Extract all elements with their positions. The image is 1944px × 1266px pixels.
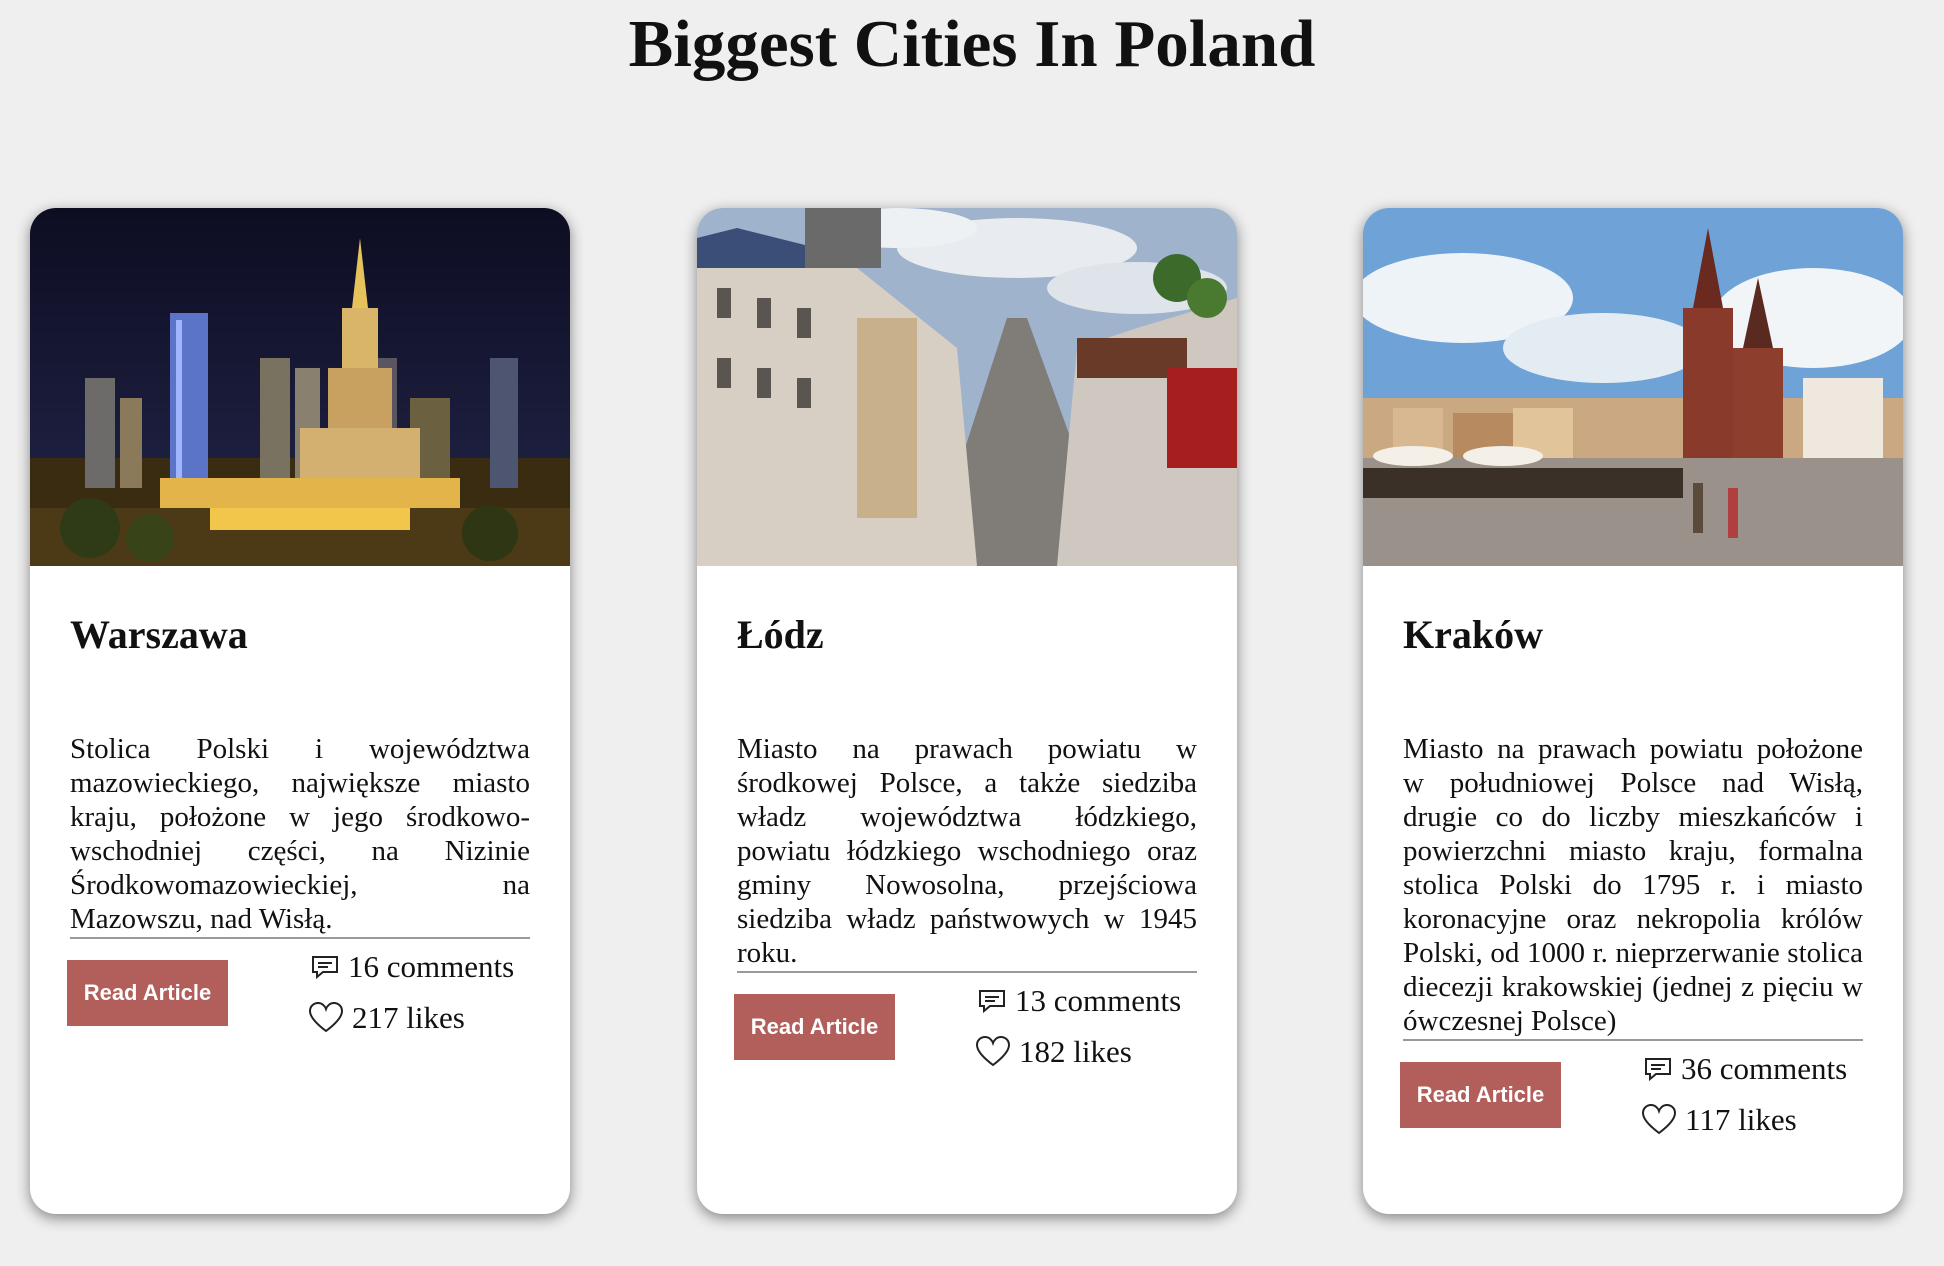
card-footer: Read Article 13 comments 182 likes bbox=[734, 971, 1197, 1113]
card-description: Miasto na prawach powiatu w środkowej Po… bbox=[737, 733, 1197, 969]
krakow-image bbox=[1363, 208, 1903, 566]
city-card-lodz: Łódz Miasto na prawach powiatu w środkow… bbox=[697, 208, 1237, 1214]
city-card-krakow: Kraków Miasto na prawach powiatu położon… bbox=[1363, 208, 1903, 1214]
comments-count[interactable]: 16 comments bbox=[310, 949, 514, 985]
card-title: Łódz bbox=[737, 612, 824, 657]
likes-label: 117 likes bbox=[1685, 1102, 1797, 1137]
comments-label: 36 comments bbox=[1681, 1051, 1848, 1086]
card-footer: Read Article 16 comments 217 likes bbox=[67, 937, 530, 1079]
likes-label: 217 likes bbox=[352, 1000, 465, 1035]
card-description: Miasto na prawach powiatu położone w poł… bbox=[1403, 733, 1863, 1037]
comments-label: 13 comments bbox=[1015, 983, 1182, 1018]
heart-icon bbox=[975, 1036, 1011, 1067]
likes-count[interactable]: 117 likes bbox=[1641, 1102, 1797, 1138]
comment-icon bbox=[312, 956, 338, 980]
likes-count[interactable]: 217 likes bbox=[308, 1000, 465, 1036]
comments-label: 16 comments bbox=[348, 949, 515, 984]
lodz-image bbox=[697, 208, 1237, 566]
comment-icon bbox=[1645, 1058, 1671, 1082]
card-title: Warszawa bbox=[70, 612, 248, 657]
read-article-button[interactable]: Read Article bbox=[734, 994, 895, 1060]
read-article-button[interactable]: Read Article bbox=[67, 960, 228, 1026]
page-title: Biggest Cities In Poland bbox=[628, 7, 1316, 81]
heart-icon bbox=[308, 1002, 344, 1033]
comment-icon bbox=[979, 990, 1005, 1014]
card-title: Kraków bbox=[1403, 612, 1543, 657]
comments-count[interactable]: 13 comments bbox=[977, 983, 1181, 1019]
likes-label: 182 likes bbox=[1019, 1034, 1132, 1069]
card-footer: Read Article 36 comments 117 likes bbox=[1400, 1039, 1863, 1181]
likes-count[interactable]: 182 likes bbox=[975, 1034, 1132, 1070]
warszawa-image bbox=[30, 208, 570, 566]
heart-icon bbox=[1641, 1104, 1677, 1135]
card-description: Stolica Polski i województwa mazowieckie… bbox=[70, 733, 530, 935]
comments-count[interactable]: 36 comments bbox=[1643, 1051, 1847, 1087]
city-card-warszawa: Warszawa Stolica Polski i województwa ma… bbox=[30, 208, 570, 1214]
read-article-button[interactable]: Read Article bbox=[1400, 1062, 1561, 1128]
